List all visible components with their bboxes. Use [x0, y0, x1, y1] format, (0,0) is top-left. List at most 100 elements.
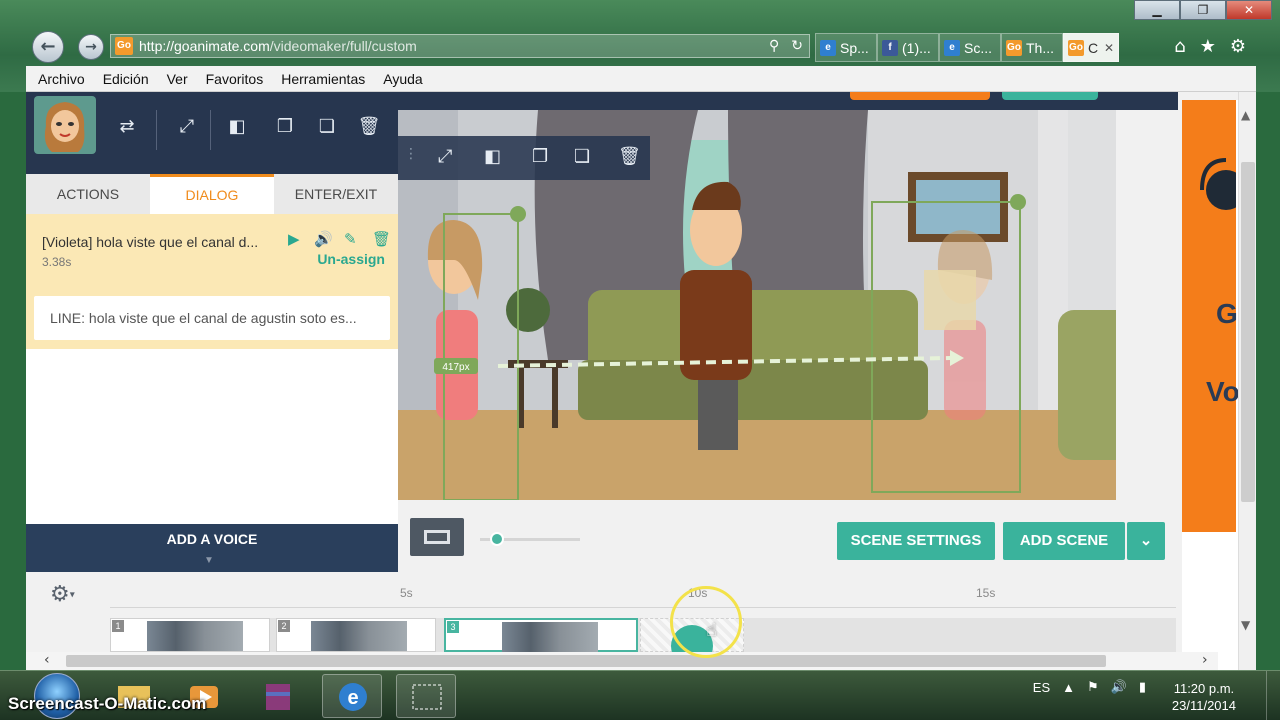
scrollbar-thumb[interactable]	[1241, 162, 1255, 502]
scroll-left-icon[interactable]: ‹	[44, 652, 50, 668]
panel-toolbar: ⇄ ⤢ ◧ ❐ ❏ 🗑	[26, 92, 398, 184]
favorites-star-icon[interactable]: ★	[1200, 36, 1216, 57]
horizontal-scrollbar[interactable]: ‹ ›	[26, 652, 1218, 670]
unassign-link[interactable]: Un-assign	[317, 251, 385, 267]
scroll-up-icon[interactable]: ▲	[1241, 108, 1250, 122]
address-bar[interactable]: Go http://goanimate.com/videomaker/full/…	[110, 34, 810, 58]
toolbar-separator	[156, 110, 157, 150]
menu-item-ver[interactable]: Ver	[167, 71, 188, 87]
vertical-scrollbar[interactable]: ▲ ▼	[1238, 92, 1256, 670]
scene-stage[interactable]: 417px ⋮ ⤢ ◧ ❐ ❏ 🗑	[398, 110, 1116, 500]
maximize-button[interactable]: ❐	[1180, 0, 1226, 20]
ad-text: G	[1216, 298, 1238, 329]
browser-tab[interactable]: e Sc...	[939, 33, 1001, 62]
copy-icon[interactable]: ❐	[272, 116, 298, 140]
dialog-title: [Violeta] hola viste que el canal d...	[42, 234, 259, 250]
browser-tab-active[interactable]: Go C ✕	[1063, 33, 1119, 62]
minimize-button[interactable]: ▁	[1134, 0, 1180, 20]
hand-cursor-icon: ☝	[706, 620, 717, 641]
menu-item-edicion[interactable]: Edición	[103, 71, 149, 87]
resize-icon[interactable]: ⤢	[438, 146, 452, 167]
pencil-icon[interactable]: ✎	[344, 230, 357, 248]
menu-item-favoritos[interactable]: Favoritos	[206, 71, 264, 87]
header-orange-button[interactable]	[850, 92, 990, 100]
forward-button[interactable]: →	[78, 34, 104, 60]
flip-icon[interactable]: ◧	[224, 116, 250, 140]
menu-item-archivo[interactable]: Archivo	[38, 71, 85, 87]
browser-tabs: e Sp... f (1)... e Sc... Go Th... Go C ✕	[815, 33, 1119, 62]
scene-number: 1	[112, 620, 124, 632]
browser-tab[interactable]: Go Th...	[1001, 33, 1063, 62]
scene-preview	[502, 622, 598, 652]
window-controls: ▁ ❐ ✕	[1134, 0, 1272, 20]
copy-icon[interactable]: ❐	[532, 146, 548, 167]
paste-icon[interactable]: ❏	[314, 116, 340, 140]
preview-thumbnail-button[interactable]	[410, 518, 464, 556]
zoom-slider-handle[interactable]	[490, 532, 504, 546]
trash-icon[interactable]: 🗑	[372, 230, 391, 248]
header-teal-button[interactable]	[1002, 92, 1098, 100]
add-scene-button[interactable]: ADD SCENE	[1003, 522, 1125, 560]
character-avatar[interactable]	[34, 96, 96, 154]
timeline-ruler[interactable]	[110, 600, 1176, 608]
resize-icon[interactable]: ⤢	[174, 116, 200, 140]
scrollbar-thumb[interactable]	[66, 655, 1106, 667]
recording-watermark: Screencast-O-Matic.com	[8, 694, 207, 713]
play-icon[interactable]: ▶	[288, 230, 300, 248]
tab-enter-exit[interactable]: ENTER/EXIT	[274, 174, 398, 214]
menu-item-herramientas[interactable]: Herramientas	[281, 71, 365, 87]
show-hidden-icons-icon[interactable]: ▲	[1062, 680, 1075, 695]
action-center-icon[interactable]: ⚑	[1087, 679, 1099, 695]
browser-tab[interactable]: f (1)...	[877, 33, 939, 62]
scene-track: 1 2 3	[110, 618, 1176, 667]
scroll-right-icon[interactable]: ›	[1202, 652, 1208, 668]
tab-label: Sc...	[964, 39, 993, 56]
back-button[interactable]: ←	[32, 31, 64, 63]
system-clock[interactable]: 11:20 p.m. 23/11/2014	[1172, 680, 1236, 714]
scroll-down-icon[interactable]: ▼	[1241, 618, 1250, 632]
refresh-icon[interactable]: ↻	[791, 38, 803, 54]
browser-tab[interactable]: e Sp...	[815, 33, 877, 62]
volume-icon[interactable]: 🔊	[1111, 679, 1127, 695]
tab-actions[interactable]: ACTIONS	[26, 174, 150, 214]
search-icon[interactable]: ⚲	[769, 38, 779, 54]
speaker-icon[interactable]: 🔊	[314, 230, 333, 248]
facebook-icon: f	[882, 39, 898, 56]
distance-label: 417px	[442, 362, 469, 373]
network-icon[interactable]: ▮	[1139, 679, 1146, 695]
close-window-button[interactable]: ✕	[1226, 0, 1272, 20]
tab-dialog[interactable]: DIALOG	[150, 174, 274, 214]
settings-gear-icon[interactable]: ⚙	[1230, 36, 1246, 57]
dialog-line-text[interactable]: LINE: hola viste que el canal de agustin…	[34, 296, 390, 340]
delete-icon[interactable]: 🗑	[618, 146, 641, 167]
drag-handle-icon[interactable]: ⋮	[404, 146, 418, 162]
dialog-item[interactable]: [Violeta] hola viste que el canal d... 3…	[26, 214, 398, 349]
scene-thumbnail[interactable]: 1	[110, 618, 270, 652]
menu-item-ayuda[interactable]: Ayuda	[383, 71, 422, 87]
home-icon[interactable]: ⌂	[1174, 36, 1185, 57]
screen-recorder-taskbar-icon[interactable]	[396, 674, 456, 718]
url-text[interactable]: http://goanimate.com/videomaker/full/cus…	[139, 38, 763, 54]
paste-icon[interactable]: ❏	[574, 146, 590, 167]
flip-icon[interactable]: ◧	[484, 146, 501, 167]
scene-thumbnail[interactable]: 2	[276, 618, 436, 652]
add-scene-dropdown[interactable]: ⌄	[1127, 522, 1165, 560]
close-tab-icon[interactable]: ✕	[1104, 41, 1114, 55]
scene-thumbnail-selected[interactable]: 3	[444, 618, 638, 652]
add-voice-button[interactable]: ADD A VOICE ▼	[26, 524, 398, 572]
arrow-left-icon: ←	[40, 36, 56, 57]
ie-icon: e	[944, 39, 960, 56]
scene-number: 2	[278, 620, 290, 632]
language-indicator[interactable]: ES	[1033, 680, 1050, 695]
internet-explorer-taskbar-icon[interactable]: e	[322, 674, 382, 718]
tab-label: (1)...	[902, 39, 931, 56]
swap-character-icon[interactable]: ⇄	[114, 116, 140, 140]
tick-label: 5s	[400, 586, 413, 600]
scene-settings-button[interactable]: SCENE SETTINGS	[837, 522, 995, 560]
tab-label: Sp...	[840, 39, 869, 56]
delete-icon[interactable]: 🗑	[356, 116, 382, 140]
timeline-settings-gear-icon[interactable]: ⚙▾	[50, 582, 75, 607]
winrar-taskbar-icon[interactable]	[248, 674, 308, 718]
browser-tools: ⌂ ★ ⚙	[1174, 36, 1246, 57]
show-desktop-button[interactable]	[1266, 671, 1280, 720]
